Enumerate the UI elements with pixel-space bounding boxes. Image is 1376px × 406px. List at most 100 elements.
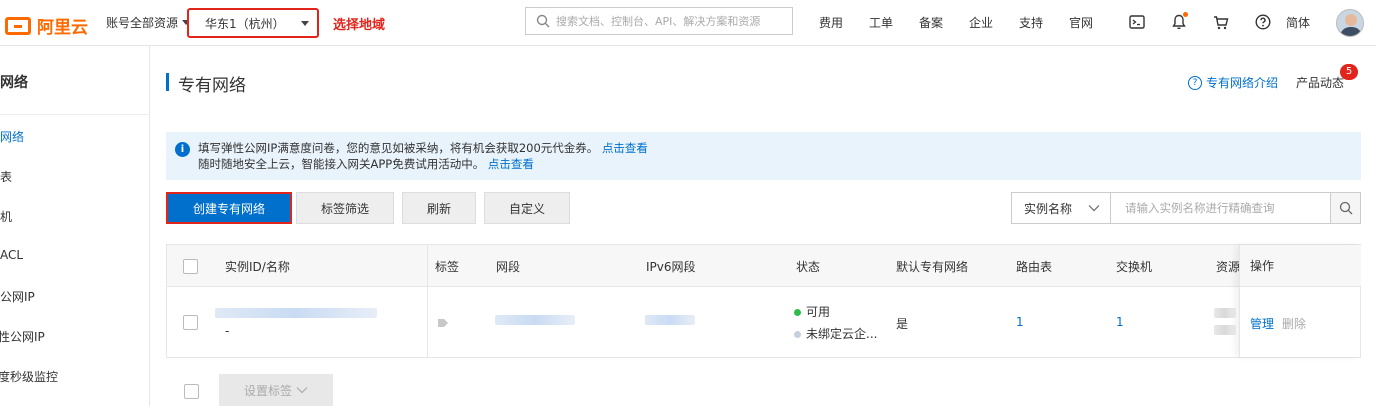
notice-line-1: 填写弹性公网IP满意度问卷，您的意见如被采纳，将有机会获取200元代金券。 点击… xyxy=(198,140,1361,156)
column-header-vswitch: 交换机 xyxy=(1116,259,1153,274)
filter-field-select[interactable]: 实例名称 xyxy=(1011,192,1111,224)
search-icon xyxy=(1339,201,1352,215)
column-separator xyxy=(427,245,428,357)
instance-name: - xyxy=(225,324,230,338)
notice-line-2: 随时随地安全上云，智能接入网关APP免费试用活动中。 点击查看 xyxy=(198,156,1361,172)
redacted-instance-id[interactable] xyxy=(215,308,377,318)
refresh-button[interactable]: 刷新 xyxy=(402,192,476,224)
notice-link-2[interactable]: 点击查看 xyxy=(488,157,534,171)
vswitch-count-link[interactable]: 1 xyxy=(1116,315,1124,329)
vpc-table: 实例ID/名称 标签 网段 IPv6网段 状态 默认专有网络 路由表 交换机 资… xyxy=(166,244,1361,358)
tag-icon[interactable] xyxy=(437,317,449,331)
user-avatar[interactable] xyxy=(1336,9,1364,37)
notice-link-1[interactable]: 点击查看 xyxy=(602,141,648,155)
vpc-intro-label: 专有网络介绍 xyxy=(1206,76,1279,90)
status-unbound-dot xyxy=(794,331,801,338)
filter-search-button[interactable] xyxy=(1330,192,1361,224)
sidebar-item-vswitch[interactable]: 机 xyxy=(0,208,12,225)
status-cen-unbound: 未绑定云企... xyxy=(794,325,877,342)
nav-link-enterprise[interactable]: 企业 xyxy=(956,14,1006,31)
title-accent-bar xyxy=(166,73,169,91)
sidebar-divider xyxy=(0,114,150,115)
product-news-link[interactable]: 产品动态 xyxy=(1296,74,1344,91)
top-nav-links: 费用 工单 备案 企业 支持 官网 xyxy=(806,14,1106,31)
news-count-badge: 5 xyxy=(1340,64,1358,80)
vpc-intro-link[interactable]: ? 专有网络介绍 xyxy=(1188,74,1278,91)
page-title: 专有网络 xyxy=(178,76,246,96)
terminal-icon[interactable] xyxy=(1116,11,1158,33)
main-content: 专有网络 ? 专有网络介绍 产品动态 5 i 填写弹性公网IP满意度问卷，您的意… xyxy=(150,46,1376,406)
actions-column: 操作 管理 删除 xyxy=(1239,245,1361,357)
help-icon[interactable] xyxy=(1242,11,1284,33)
column-header-ipv6-cidr: IPv6网段 xyxy=(646,259,696,274)
chevron-down-icon xyxy=(1088,205,1100,212)
customize-button[interactable]: 自定义 xyxy=(484,192,570,224)
aliyun-logo[interactable]: 阿里云 xyxy=(5,13,88,38)
search-input[interactable]: 搜索文档、控制台、API、解决方案和资源 xyxy=(525,7,793,35)
nav-link-tickets[interactable]: 工单 xyxy=(856,14,906,31)
account-resource-selector[interactable]: 账号全部资源 xyxy=(106,14,191,31)
sidebar-item-vpc[interactable]: 网络 xyxy=(0,128,24,145)
notice-banner: i 填写弹性公网IP满意度问卷，您的意见如被采纳，将有机会获取200元代金券。 … xyxy=(166,132,1361,180)
caret-down-icon xyxy=(300,20,309,26)
redacted-resource-group xyxy=(1214,308,1236,318)
sidebar-title: 网络 xyxy=(0,75,28,91)
set-tags-label: 设置标签 xyxy=(243,383,292,398)
column-header-actions: 操作 xyxy=(1240,245,1361,287)
region-annotation: 选择地域 xyxy=(333,18,386,33)
account-label: 账号全部资源 xyxy=(106,16,179,30)
column-header-route-table: 路由表 xyxy=(1016,259,1053,274)
logo-icon xyxy=(5,16,31,35)
top-icon-group xyxy=(1116,11,1284,33)
footer-select-all-checkbox[interactable] xyxy=(184,384,199,399)
column-header-resource-group: 资源 xyxy=(1216,259,1241,274)
cart-icon[interactable] xyxy=(1200,11,1242,33)
redacted-cidr xyxy=(495,315,575,325)
nav-link-support[interactable]: 支持 xyxy=(1006,14,1056,31)
bell-icon[interactable] xyxy=(1158,11,1200,33)
notice-text-1: 填写弹性公网IP满意度问卷，您的意见如被采纳，将有机会获取200元代金券。 xyxy=(198,141,599,155)
default-vpc-value: 是 xyxy=(896,317,909,331)
sidebar: 网络 网络 表 机 ACL 公网IP 弹性公网IP 宽度秒级监控 xyxy=(0,46,150,406)
nav-link-icp[interactable]: 备案 xyxy=(906,14,956,31)
table-header xyxy=(167,245,1360,287)
status-available-dot xyxy=(794,309,801,316)
top-navigation-bar: 阿里云 账号全部资源 华东1（杭州） 选择地域 搜索文档、控制台、API、解决方… xyxy=(0,0,1376,46)
info-icon: i xyxy=(175,142,190,157)
search-placeholder: 搜索文档、控制台、API、解决方案和资源 xyxy=(556,15,761,28)
status-unbound-label: 未绑定云企... xyxy=(806,327,878,341)
set-tags-button[interactable]: 设置标签 xyxy=(219,374,333,406)
redacted-ipv6-cidr xyxy=(645,315,695,325)
status-available-label: 可用 xyxy=(806,305,831,319)
column-header-instance[interactable]: 实例ID/名称 xyxy=(225,245,290,287)
instance-name-search-input[interactable]: 请输入实例名称进行精确查询 xyxy=(1110,192,1331,224)
tag-filter-button[interactable]: 标签筛选 xyxy=(296,192,394,224)
region-label: 华东1（杭州） xyxy=(205,16,285,31)
chevron-down-icon xyxy=(296,387,308,394)
manage-link[interactable]: 管理 xyxy=(1250,315,1274,332)
question-circle-icon: ? xyxy=(1188,75,1202,90)
notification-dot xyxy=(1183,12,1188,17)
select-all-checkbox[interactable] xyxy=(183,259,198,274)
nav-link-official-site[interactable]: 官网 xyxy=(1056,14,1106,31)
sidebar-item-eip[interactable]: 弹性公网IP xyxy=(0,328,45,345)
status-available: 可用 xyxy=(794,303,830,320)
row-checkbox[interactable] xyxy=(183,315,198,330)
sidebar-item-public-ip[interactable]: 公网IP xyxy=(0,288,35,305)
nav-link-billing[interactable]: 费用 xyxy=(806,14,856,31)
sidebar-item-acl[interactable]: ACL xyxy=(0,248,23,262)
notice-text-2: 随时随地安全上云，智能接入网关APP免费试用活动中。 xyxy=(198,157,485,171)
create-vpc-button[interactable]: 创建专有网络 xyxy=(166,192,292,224)
logo-text: 阿里云 xyxy=(37,18,88,38)
filter-placeholder: 请输入实例名称进行精确查询 xyxy=(1125,201,1275,215)
column-header-default-vpc: 默认专有网络 xyxy=(896,259,969,274)
region-selector[interactable]: 华东1（杭州） xyxy=(187,8,319,38)
column-header-tags: 标签 xyxy=(435,259,460,274)
redacted-resource-group-2 xyxy=(1214,325,1236,335)
delete-link[interactable]: 删除 xyxy=(1282,315,1306,332)
column-header-cidr: 网段 xyxy=(496,259,521,274)
sidebar-item-route-table[interactable]: 表 xyxy=(0,168,12,185)
sidebar-item-monitoring[interactable]: 宽度秒级监控 xyxy=(0,368,58,385)
language-switch[interactable]: 简体 xyxy=(1286,14,1310,31)
route-table-count-link[interactable]: 1 xyxy=(1016,315,1024,329)
